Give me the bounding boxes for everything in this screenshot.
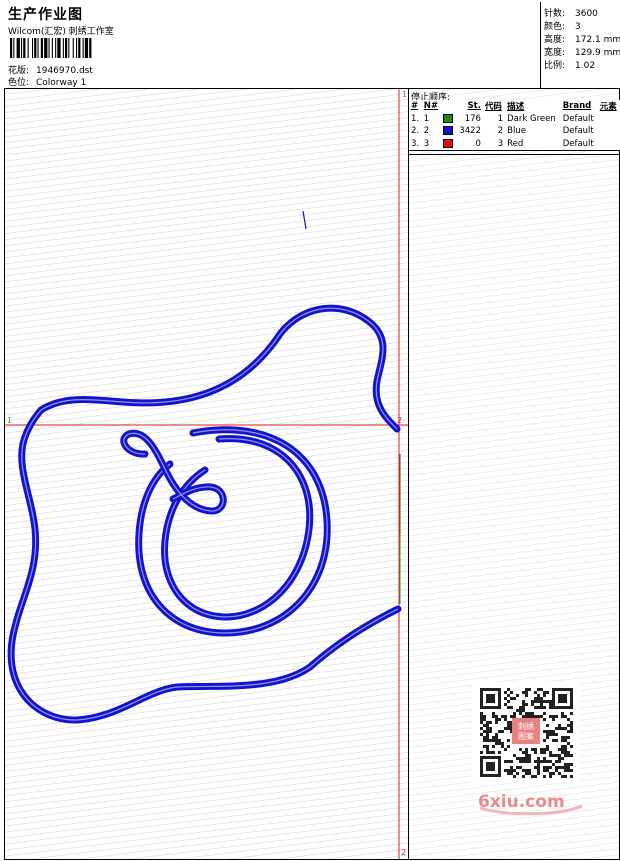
stat-width: 宽度: 129.9 mm <box>544 45 620 58</box>
colorway-line: 色位: Colorway 1 <box>8 75 86 88</box>
design-stats: 针数: 3600 颜色: 3 高度: 172.1 mm 宽度: 129.9 mm 比例:… <box>540 2 620 88</box>
qr-code-image: 刺绣 图案 <box>472 682 580 782</box>
row-brand: Default <box>560 137 598 151</box>
stat-width-value: 129.9 mm <box>575 48 620 58</box>
table-row[interactable]: 2. 2 3422 2 Blue Default <box>409 125 620 138</box>
row-index: 2. <box>411 126 420 137</box>
table-row[interactable]: 1. 1 176 1 Dark Green Default <box>409 113 620 126</box>
row-description: Dark Green <box>507 113 556 124</box>
right-axis-marker: 2 <box>397 416 403 425</box>
stat-colors: 颜色: 3 <box>544 19 581 32</box>
row-needle: 2 <box>423 126 430 137</box>
qr-code[interactable]: 刺绣 图案 <box>472 682 580 782</box>
row-code: 1 <box>497 113 504 124</box>
row-brand: Default <box>562 126 594 137</box>
stat-colors-label: 颜色: <box>544 22 566 32</box>
stat-scale-label: 比例: <box>544 61 566 71</box>
fruit-inner-ring-stitch <box>161 435 314 621</box>
row-needle: 3 <box>421 137 442 151</box>
row-index: 3. <box>409 137 422 151</box>
row-code: 2 <box>497 126 504 137</box>
col-brand: Brand <box>562 101 592 112</box>
row-element <box>598 125 620 138</box>
col-stitches: St. <box>467 101 481 112</box>
stat-width-label: 宽度: <box>544 48 566 58</box>
table-bottom-rule <box>409 154 620 155</box>
embroidery-design-area[interactable]: 1 1 2 2 <box>4 89 409 860</box>
row-element <box>597 137 620 151</box>
stray-stitch-mark <box>302 210 307 230</box>
row-color-swatch <box>441 125 456 138</box>
watermark-text: 6xiu.com <box>478 792 565 812</box>
stop-sequence-table: # N# St. 代码 描述 Brand 元素 1. 1 176 1 Dark Gree… <box>409 100 620 151</box>
row-brand: Default <box>562 113 594 124</box>
watermark-logo: 6xiu.com <box>478 792 583 816</box>
embroidery-design-svg <box>5 89 408 859</box>
row-code: 3 <box>482 137 506 151</box>
stat-height-value: 172.1 mm <box>575 35 620 45</box>
col-element: 元素 <box>599 102 617 113</box>
stem-curl-highlight <box>123 432 224 512</box>
stat-scale: 比例: 1.02 <box>544 58 595 71</box>
col-index: # <box>411 101 419 112</box>
stat-height-label: 高度: <box>544 35 566 45</box>
sheet-header: 生产作业图 Wilcom(汇宏) 刺绣工作室 花版: 1946970.dst 色位… <box>4 2 540 88</box>
stat-colors-value: 3 <box>575 22 581 32</box>
row-element <box>598 113 620 126</box>
stat-scale-value: 1.02 <box>575 61 596 71</box>
barcode-image <box>10 38 92 58</box>
company-name: Wilcom(汇宏) 刺绣工作室 <box>8 27 114 37</box>
row-description: Blue <box>507 126 526 137</box>
row-stitches: 3422 <box>459 126 481 137</box>
bottom-axis-marker: 2 <box>401 848 407 857</box>
table-row[interactable]: 3. 3 0 3 Red Default <box>409 137 620 151</box>
stamp-text-top: 刺绣 <box>518 721 534 731</box>
col-description: 描述 <box>507 102 525 113</box>
fruit-inner-ring-highlight <box>163 438 311 618</box>
colorway-label: 色位: <box>8 78 30 88</box>
production-sheet: 生产作业图 Wilcom(汇宏) 刺绣工作室 花版: 1946970.dst 色位… <box>0 0 620 861</box>
row-index: 1. <box>411 113 420 124</box>
col-code: 代码 <box>484 102 502 113</box>
outer-outline-highlight <box>10 307 399 721</box>
row-stitches: 176 <box>464 113 481 124</box>
outer-outline-stitch <box>7 304 402 724</box>
sheet-title: 生产作业图 <box>8 7 83 23</box>
colorway-value: Colorway 1 <box>36 78 87 88</box>
stat-stitches-label: 针数: <box>544 9 566 19</box>
row-color-swatch <box>441 113 456 126</box>
stat-stitches: 针数: 3600 <box>544 6 598 19</box>
row-color-swatch <box>441 137 456 151</box>
stamp-text-bottom: 图案 <box>518 731 534 741</box>
row-stitches: 0 <box>455 137 483 151</box>
stat-height: 高度: 172.1 mm <box>544 32 620 45</box>
col-needle: N# <box>423 101 439 112</box>
left-axis-marker: 1 <box>7 416 13 425</box>
table-header-row: # N# St. 代码 描述 Brand 元素 <box>409 100 620 113</box>
row-description: Red <box>505 137 561 151</box>
top-axis-marker: 1 <box>402 90 408 99</box>
stat-stitches-value: 3600 <box>575 9 598 19</box>
row-needle: 1 <box>423 113 430 124</box>
